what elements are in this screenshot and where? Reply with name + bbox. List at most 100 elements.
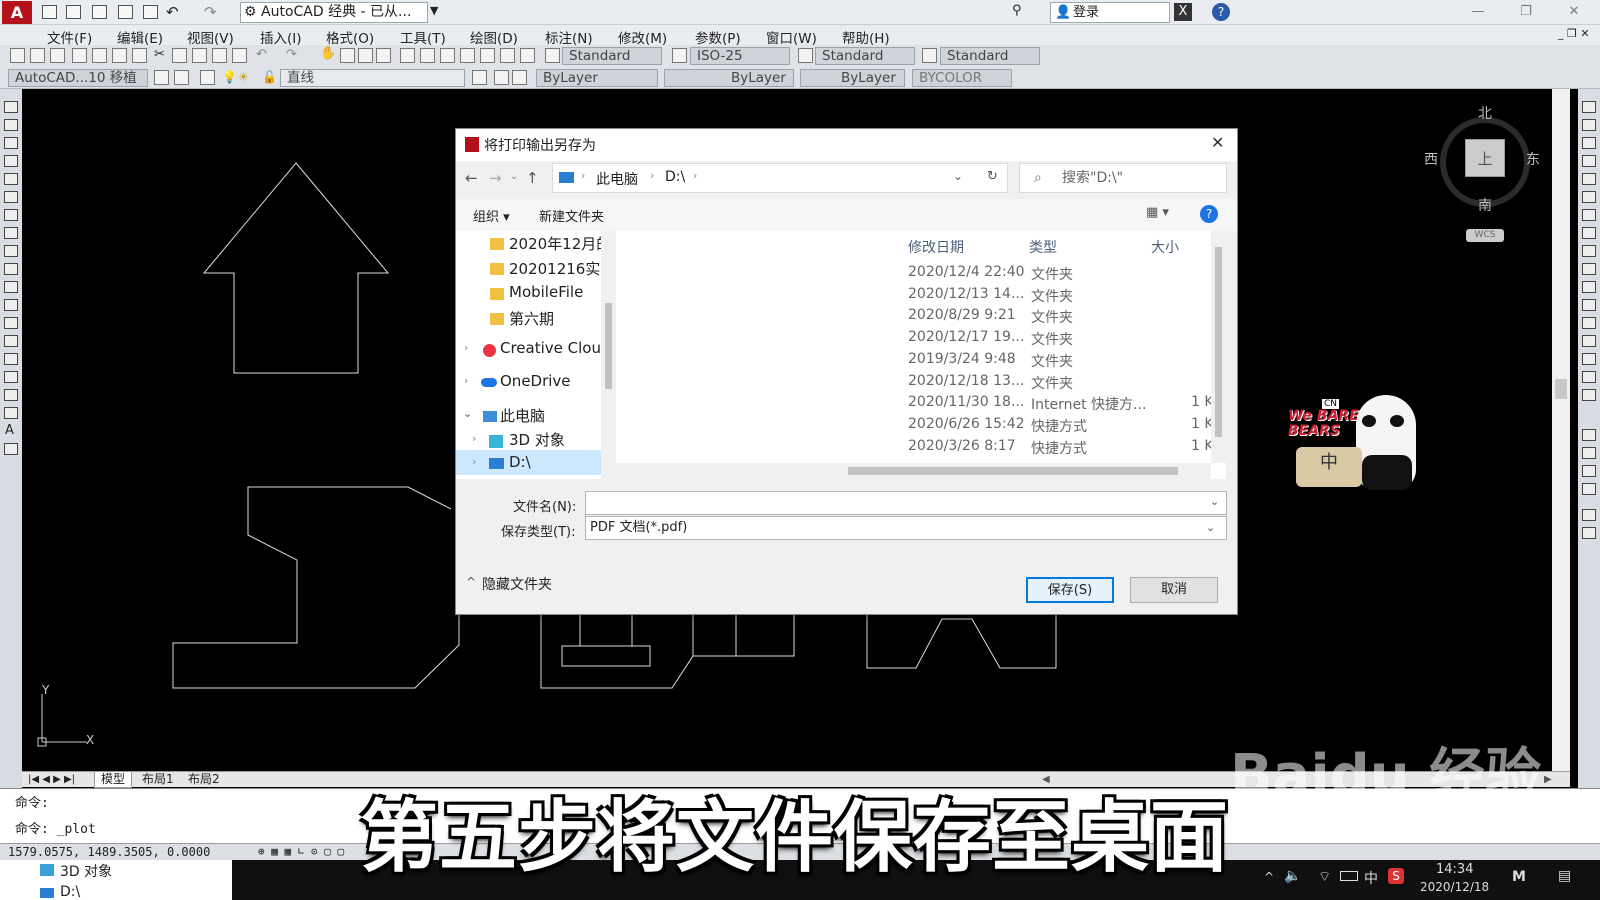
draw-order-icon[interactable] bbox=[1582, 429, 1596, 441]
print-preview-icon[interactable] bbox=[92, 48, 107, 63]
design-center-icon[interactable] bbox=[420, 48, 435, 63]
viewcube-south[interactable]: 南 bbox=[1478, 195, 1492, 215]
undo-icon[interactable]: ↶ bbox=[256, 47, 267, 62]
wcs-menu[interactable]: WCS bbox=[1466, 229, 1504, 242]
close-icon[interactable]: ✕ bbox=[1211, 133, 1224, 152]
publish-icon[interactable] bbox=[112, 48, 127, 63]
polyline-icon[interactable] bbox=[4, 137, 18, 149]
erase-icon[interactable] bbox=[1582, 101, 1596, 113]
address-bar[interactable]: › 此电脑 › D:\ › ⌄ ↻ bbox=[552, 163, 1008, 193]
column-size[interactable]: 大小 bbox=[1151, 237, 1179, 257]
menu-modify[interactable]: 修改(M) bbox=[618, 27, 667, 47]
pan-icon[interactable]: ✋ bbox=[320, 46, 336, 61]
dialog-help-icon[interactable]: ? bbox=[1200, 205, 1218, 223]
viewcube-north[interactable]: 北 bbox=[1478, 103, 1492, 123]
redo-icon[interactable]: ↷ bbox=[286, 47, 297, 62]
text-style-dropdown[interactable]: Standard bbox=[562, 47, 662, 65]
chevron-down-icon[interactable]: ▼ bbox=[430, 4, 438, 17]
collapse-chevron-icon[interactable]: ⌄ bbox=[463, 407, 472, 420]
dim-style-dropdown[interactable]: ISO-25 bbox=[690, 47, 790, 65]
help-icon[interactable]: ? bbox=[1212, 3, 1230, 21]
layer-manager-icon[interactable] bbox=[174, 70, 189, 85]
redo-icon[interactable]: ↷ bbox=[204, 3, 217, 21]
filetype-select[interactable]: PDF 文档(*.pdf) ⌄ bbox=[585, 516, 1227, 540]
add-selected-icon[interactable] bbox=[4, 443, 18, 455]
notifications-icon[interactable]: ▤ bbox=[1558, 868, 1571, 884]
menu-edit[interactable]: 编辑(E) bbox=[117, 27, 163, 47]
nav-item-folder-4[interactable]: 第六期 bbox=[509, 308, 554, 329]
multileader-style-dropdown[interactable]: Standard bbox=[940, 47, 1040, 65]
circle-icon[interactable] bbox=[4, 209, 18, 221]
print-icon[interactable] bbox=[72, 48, 87, 63]
recent-dropdown-icon[interactable]: ⌄ bbox=[510, 171, 518, 182]
lightbulb-icon[interactable]: 💡 bbox=[222, 70, 237, 84]
menu-tools[interactable]: 工具(T) bbox=[400, 27, 446, 47]
menu-format[interactable]: 格式(O) bbox=[326, 27, 374, 47]
expand-chevron-icon[interactable]: › bbox=[464, 341, 468, 354]
insert-block-icon[interactable] bbox=[4, 299, 18, 311]
drafting-toggles[interactable]: ⊕ ▦ ▦ ∟ ⊙ ▢ ▢ bbox=[258, 845, 344, 858]
quickcalc-icon[interactable] bbox=[500, 48, 515, 63]
table-style-dropdown[interactable]: Standard bbox=[815, 47, 915, 65]
binoculars-icon[interactable]: ⚲ bbox=[1012, 3, 1022, 18]
chamfer-icon[interactable] bbox=[1582, 335, 1596, 347]
send-back-icon[interactable] bbox=[1582, 465, 1596, 477]
exchange-icon[interactable]: X bbox=[1174, 3, 1192, 21]
open-file-icon[interactable] bbox=[66, 5, 81, 19]
file-hscroll-thumb[interactable] bbox=[848, 467, 1178, 475]
up-arrow-icon[interactable]: ↑ bbox=[526, 169, 539, 187]
menu-dimension[interactable]: 标注(N) bbox=[545, 27, 593, 47]
zoom-previous-icon[interactable] bbox=[376, 48, 391, 63]
nav-scrollbar[interactable] bbox=[601, 231, 616, 479]
sheet-set-icon[interactable] bbox=[460, 48, 475, 63]
make-block-icon[interactable] bbox=[4, 317, 18, 329]
expand-chevron-icon[interactable]: › bbox=[464, 374, 468, 387]
copy-object-icon[interactable] bbox=[1582, 119, 1596, 131]
menu-window[interactable]: 窗口(W) bbox=[766, 27, 817, 47]
viewcube-top-face[interactable]: 上 bbox=[1465, 139, 1505, 177]
extend-icon[interactable] bbox=[1582, 281, 1596, 293]
paste-icon[interactable] bbox=[192, 48, 207, 63]
app-tray-icon[interactable]: M bbox=[1512, 869, 1526, 885]
ime-indicator[interactable]: 中 bbox=[1364, 868, 1378, 888]
undo-icon[interactable]: ↶ bbox=[166, 3, 179, 21]
nav-item-creative-cloud[interactable]: Creative Cloud bbox=[500, 339, 611, 357]
tab-model[interactable]: 模型 bbox=[94, 772, 133, 788]
menu-file[interactable]: 文件(F) bbox=[47, 27, 92, 47]
point-icon[interactable] bbox=[4, 335, 18, 347]
nav-scroll-thumb[interactable] bbox=[605, 303, 612, 389]
menu-parametric[interactable]: 参数(P) bbox=[695, 27, 741, 47]
save-icon[interactable] bbox=[50, 48, 65, 63]
viewcube-west[interactable]: 西 bbox=[1424, 149, 1438, 169]
workspace-settings-icon[interactable] bbox=[154, 70, 169, 85]
back-arrow-icon[interactable]: ← bbox=[465, 169, 478, 187]
3d-print-icon[interactable] bbox=[132, 48, 147, 63]
explode-icon[interactable] bbox=[1582, 389, 1596, 401]
workspace-switcher[interactable]: ⚙ AutoCAD 经典 - 已从... bbox=[240, 2, 428, 23]
close-window-icon[interactable]: ✕ bbox=[1566, 4, 1582, 20]
make-current-icon[interactable] bbox=[472, 70, 487, 85]
nav-item-folder-1[interactable]: 2020年12月的 bbox=[509, 233, 611, 254]
forward-arrow-icon[interactable]: → bbox=[489, 169, 502, 187]
open-icon[interactable] bbox=[30, 48, 45, 63]
menu-draw[interactable]: 绘图(D) bbox=[470, 27, 518, 47]
autocad-logo-icon[interactable]: A bbox=[2, 1, 32, 24]
breadcrumb-this-pc[interactable]: 此电脑 bbox=[596, 169, 638, 189]
plotstyle-dropdown[interactable]: BYCOLOR bbox=[912, 69, 1012, 87]
layer-state-icon[interactable] bbox=[200, 70, 215, 85]
layer-previous-icon[interactable] bbox=[494, 70, 509, 85]
new-file-icon[interactable] bbox=[42, 5, 57, 19]
menu-view[interactable]: 视图(V) bbox=[187, 27, 234, 47]
filetype-dropdown-icon[interactable]: ⌄ bbox=[1206, 517, 1215, 539]
zoom-window-icon[interactable] bbox=[358, 48, 373, 63]
table-icon[interactable] bbox=[4, 407, 18, 419]
qnew-icon[interactable] bbox=[10, 48, 25, 63]
expand-chevron-icon[interactable]: › bbox=[472, 455, 476, 468]
dim-style-icon[interactable] bbox=[672, 48, 687, 63]
file-vscroll-thumb[interactable] bbox=[1215, 247, 1222, 437]
hatch-icon[interactable] bbox=[4, 353, 18, 365]
revcloud-icon[interactable] bbox=[4, 227, 18, 239]
offset-icon[interactable] bbox=[1582, 155, 1596, 167]
column-modified[interactable]: 修改日期 bbox=[908, 237, 964, 257]
zoom-realtime-icon[interactable] bbox=[340, 48, 355, 63]
